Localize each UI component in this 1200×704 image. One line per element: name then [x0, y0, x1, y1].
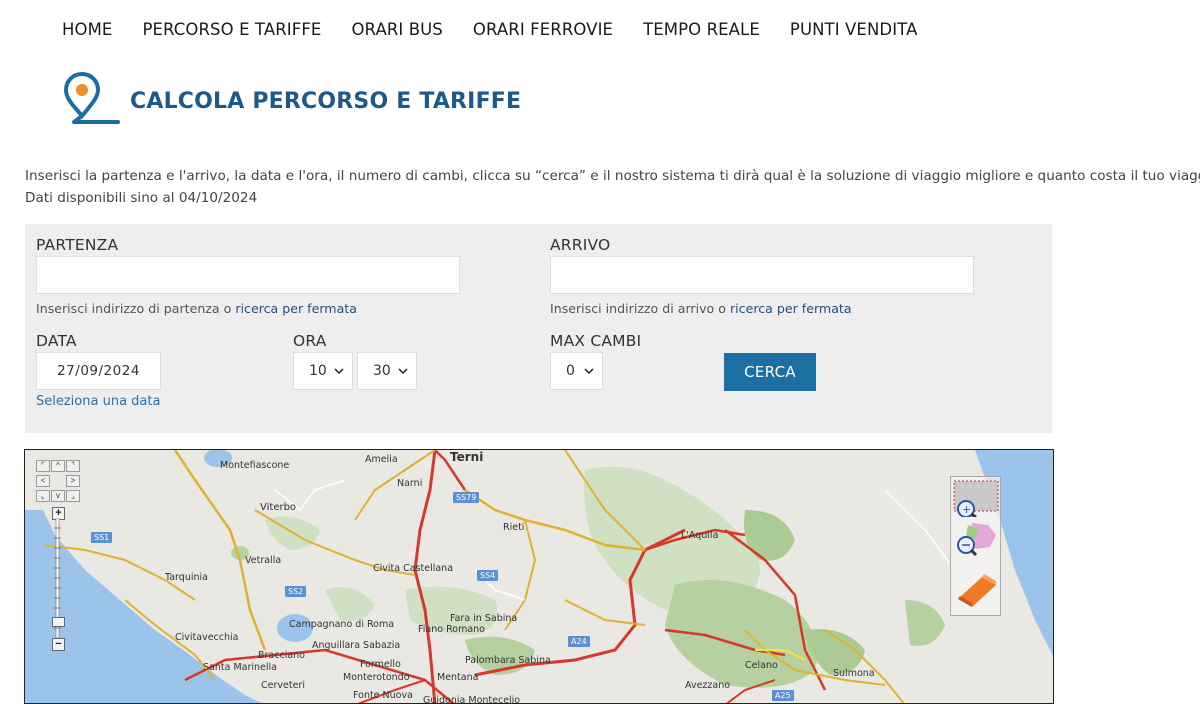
main-nav: HOME PERCORSO E TARIFFE ORARI BUS ORARI …	[62, 20, 947, 44]
zoom-slider-handle[interactable]	[52, 617, 65, 627]
chevron-down-icon	[584, 368, 594, 375]
map-city-label: Terni	[450, 450, 484, 464]
pan-up-left-button[interactable]: ⌜	[36, 460, 50, 472]
map-city-label: L'Aquila	[681, 530, 719, 541]
zoom-out-button[interactable]: −	[52, 638, 65, 651]
chevron-down-icon	[398, 368, 408, 375]
seleziona-data-link[interactable]: Seleziona una data	[36, 394, 160, 409]
pan-down-left-button[interactable]: ⌞	[36, 490, 50, 502]
route-form: PARTENZA Inserisci indirizzo di partenza…	[25, 224, 1052, 433]
map-city-label: Fara in Sabina	[450, 613, 518, 624]
page-title: CALCOLA PERCORSO E TARIFFE	[130, 88, 522, 114]
map-city-label: Fonte Nuova	[353, 690, 413, 701]
arrivo-label: ARRIVO	[550, 236, 611, 254]
map-city-label: Montefiascone	[220, 460, 290, 471]
intro-line-1: Inserisci la partenza e l'arrivo, la dat…	[25, 168, 1200, 184]
map-city-label: Avezzano	[685, 680, 731, 691]
pan-left-button[interactable]: <	[36, 475, 50, 487]
location-pin-icon	[64, 72, 120, 124]
map-city-label: Campagnano di Roma	[289, 619, 395, 630]
intro-text: Inserisci la partenza e l'arrivo, la dat…	[25, 165, 1200, 209]
map-viewport[interactable]: Terni Montefiascone Amelia Narni Viterbo…	[24, 449, 1054, 704]
nav-orari-bus[interactable]: ORARI BUS	[351, 20, 442, 44]
map-city-label: Monterotondo	[343, 672, 410, 683]
map-city-label: Santa Marinella	[203, 662, 277, 673]
nav-tempo-reale[interactable]: TEMPO REALE	[643, 20, 760, 44]
nav-orari-ferrovie[interactable]: ORARI FERROVIE	[473, 20, 613, 44]
arrivo-input[interactable]	[550, 256, 974, 294]
map-city-label: Palombara Sabina	[465, 655, 551, 666]
pan-right-button[interactable]: >	[66, 475, 80, 487]
map-city-label: Tarquinia	[165, 572, 208, 583]
date-field[interactable]: 27/09/2024	[36, 352, 161, 390]
map-city-label: Anguillara Sabazia	[312, 640, 401, 651]
intro-line-2: Dati disponibili sino al 04/10/2024	[25, 190, 258, 206]
arrivo-ricerca-fermata-link[interactable]: ricerca per fermata	[730, 301, 852, 316]
partenza-helper: Inserisci indirizzo di partenza o ricerc…	[36, 301, 357, 316]
road-shield: A24	[568, 636, 590, 647]
map-city-label: Bracciano	[258, 650, 305, 661]
map-city-label: Mentana	[437, 672, 479, 683]
minute-select[interactable]: 30	[357, 352, 417, 390]
pan-down-right-button[interactable]: ⌟	[66, 490, 80, 502]
road-shield: SS1	[91, 532, 113, 543]
road-shield: SS79	[453, 492, 480, 503]
page-header: CALCOLA PERCORSO E TARIFFE	[64, 70, 521, 128]
ora-label: ORA	[293, 332, 327, 350]
nav-home[interactable]: HOME	[62, 20, 112, 44]
road-shield: SS4	[477, 570, 499, 581]
map-city-label: Rieti	[503, 522, 525, 533]
chevron-down-icon	[334, 368, 344, 375]
map-tools-panel: +	[950, 476, 1001, 616]
road-shield: A25	[772, 690, 794, 701]
pan-up-button[interactable]: ^	[51, 460, 65, 472]
max-cambi-label: MAX CAMBI	[550, 332, 642, 350]
map-city-label: Cerveteri	[261, 680, 305, 691]
zoom-region-icon[interactable]	[952, 519, 1000, 557]
map-city-label: Amelia	[365, 454, 398, 465]
nav-percorso-e-tariffe[interactable]: PERCORSO E TARIFFE	[142, 20, 321, 44]
max-cambi-select[interactable]: 0	[550, 352, 603, 390]
partenza-ricerca-fermata-link[interactable]: ricerca per fermata	[235, 301, 357, 316]
map-city-label: Celano	[745, 660, 778, 671]
partenza-label: PARTENZA	[36, 236, 119, 254]
road-shield: SS2	[285, 586, 307, 597]
arrivo-helper-text: Inserisci indirizzo di arrivo o	[550, 301, 730, 316]
partenza-input[interactable]	[36, 256, 460, 294]
data-label: DATA	[36, 332, 77, 350]
arrivo-helper: Inserisci indirizzo di arrivo o ricerca …	[550, 301, 852, 316]
map-city-label: Formello	[360, 659, 401, 670]
pan-down-button[interactable]: v	[51, 490, 65, 502]
hour-value: 10	[309, 363, 327, 379]
map-city-label: Vetralla	[245, 555, 282, 566]
search-button[interactable]: CERCA	[724, 353, 816, 391]
svg-text:+: +	[962, 503, 971, 516]
max-cambi-value: 0	[566, 363, 575, 379]
map-city-label: Viterbo	[260, 502, 297, 513]
zoom-box-icon[interactable]: +	[952, 479, 1000, 517]
map-city-label: Civitavecchia	[175, 632, 239, 643]
partenza-helper-text: Inserisci indirizzo di partenza o	[36, 301, 236, 316]
pan-up-right-button[interactable]: ⌝	[66, 460, 80, 472]
nav-punti-vendita[interactable]: PUNTI VENDITA	[790, 20, 918, 44]
eraser-icon[interactable]	[952, 571, 1000, 609]
minute-value: 30	[373, 363, 391, 379]
map-city-label: Sulmona	[833, 668, 875, 679]
hour-select[interactable]: 10	[293, 352, 353, 390]
map-city-label: Civita Castellana	[373, 563, 454, 574]
map-city-label: Fiano Romano	[418, 624, 485, 635]
map-city-label: Narni	[397, 478, 423, 489]
map-city-label: Guidonia Montecelio	[423, 695, 521, 704]
